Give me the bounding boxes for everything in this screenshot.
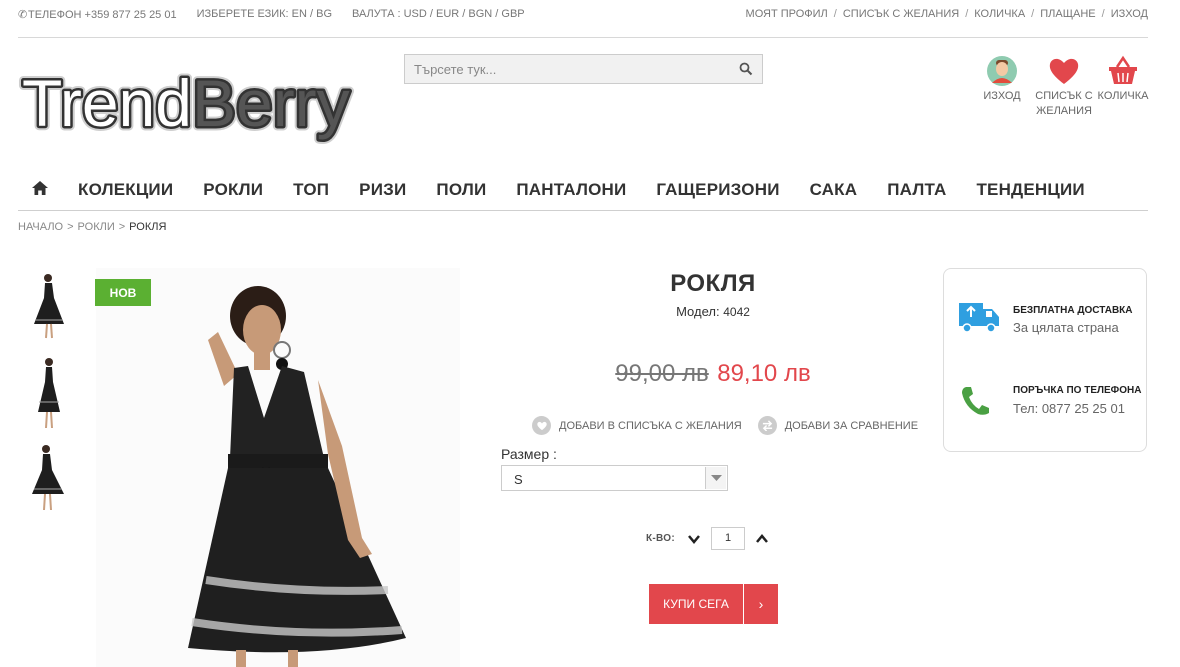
- product-actions: ДОБАВИ В СПИСЪКА С ЖЕЛАНИЯ ДОБАВИ ЗА СРА…: [532, 416, 918, 435]
- home-nav-link[interactable]: [32, 180, 48, 200]
- phone-icon: [962, 387, 989, 415]
- search-box: [404, 54, 763, 84]
- header-icons: ИЗХОД СПИСЪК С ЖЕЛАНИЯ КОЛИЧКА: [980, 55, 1150, 125]
- my-profile-link[interactable]: МОЯТ ПРОФИЛ: [746, 8, 828, 20]
- chevron-right-icon: ›: [743, 584, 778, 624]
- free-delivery-row: БЕЗПЛАТНА ДОСТАВКА За цялата страна: [944, 291, 1146, 351]
- breadcrumb-current: РОКЛЯ: [129, 221, 167, 233]
- size-label: Размер :: [501, 446, 557, 462]
- breadcrumb: НАЧАЛО > РОКЛИ > РОКЛЯ: [18, 221, 167, 233]
- site-logo[interactable]: TrendBerry TrendBerry TrendBerry: [18, 62, 368, 154]
- nav-item-skirts[interactable]: ПОЛИ: [436, 180, 486, 200]
- buy-now-label: КУПИ СЕГА: [649, 584, 743, 624]
- delivery-truck-icon: [959, 303, 999, 333]
- chevron-down-icon[interactable]: [705, 467, 726, 489]
- dress-thumbnail-image: [38, 358, 60, 429]
- phone-order-row: ПОРЪЧКА ПО ТЕЛЕФОНА Тел: 0877 25 25 01: [944, 371, 1146, 431]
- cart-button[interactable]: КОЛИЧКА: [1096, 55, 1150, 104]
- product-title: РОКЛЯ: [670, 270, 756, 297]
- logo-graphic: TrendBerry TrendBerry TrendBerry: [18, 62, 355, 145]
- breadcrumb-home[interactable]: НАЧАЛО: [18, 221, 63, 233]
- search-icon[interactable]: [739, 62, 753, 76]
- main-navigation: КОЛЕКЦИИ РОКЛИ ТОП РИЗИ ПОЛИ ПАНТАЛОНИ Г…: [18, 176, 1148, 211]
- thumbnail-1[interactable]: [20, 268, 78, 350]
- phone-icon: ✆: [18, 9, 28, 21]
- nav-item-jackets[interactable]: САКА: [810, 180, 858, 200]
- top-bar: ✆ТЕЛЕФОН +359 877 25 25 01 ИЗБЕРЕТЕ ЕЗИК…: [18, 8, 1148, 21]
- divider: [18, 37, 1148, 38]
- heart-icon: [1049, 58, 1079, 84]
- thumbnail-2[interactable]: [20, 354, 78, 436]
- quantity-stepper: К-ВО: 1: [646, 527, 769, 550]
- nav-item-coats[interactable]: ПАЛТА: [887, 180, 946, 200]
- nav-item-pants[interactable]: ПАНТАЛОНИ: [516, 180, 626, 200]
- nav-item-collections[interactable]: КОЛЕКЦИИ: [78, 180, 173, 200]
- quantity-label: К-ВО:: [646, 533, 676, 544]
- user-avatar-icon: [987, 56, 1017, 86]
- chevron-up-icon[interactable]: [755, 532, 769, 546]
- size-select[interactable]: S: [501, 465, 728, 491]
- basket-icon: [1109, 55, 1137, 84]
- nav-item-dresses[interactable]: РОКЛИ: [203, 180, 263, 200]
- quantity-input[interactable]: 1: [711, 527, 746, 550]
- dress-thumbnail-image: [32, 445, 64, 511]
- cart-link[interactable]: КОЛИЧКА: [974, 8, 1025, 20]
- wishlist-link[interactable]: СПИСЪК С ЖЕЛАНИЯ: [843, 8, 959, 20]
- buy-now-button[interactable]: КУПИ СЕГА ›: [649, 584, 778, 624]
- currency-selector[interactable]: ВАЛУТА : USD / EUR / BGN / GBP: [352, 8, 525, 21]
- breadcrumb-dresses[interactable]: РОКЛИ: [78, 221, 115, 233]
- dress-photo: [96, 268, 460, 667]
- logout-button[interactable]: ИЗХОД: [980, 55, 1024, 104]
- nav-item-tops[interactable]: ТОП: [293, 180, 329, 200]
- home-icon: [32, 181, 48, 195]
- svg-text:TrendBerry: TrendBerry: [22, 66, 350, 140]
- price-block: 99,00 лв 89,10 лв: [560, 360, 866, 388]
- dress-thumbnail-image: [34, 274, 64, 339]
- product-thumbnails: [20, 268, 80, 526]
- thumbnail-3[interactable]: [20, 440, 78, 522]
- nav-item-trends[interactable]: ТЕНДЕНЦИИ: [976, 180, 1084, 200]
- search-input[interactable]: [405, 55, 725, 83]
- heart-icon: [532, 416, 551, 435]
- shipping-info-box: БЕЗПЛАТНА ДОСТАВКА За цялата страна ПОРЪ…: [943, 268, 1147, 452]
- add-to-compare-button[interactable]: ДОБАВИ ЗА СРАВНЕНИЕ: [757, 416, 918, 435]
- new-price: 89,10 лв: [717, 360, 811, 387]
- phone-info: ✆ТЕЛЕФОН +359 877 25 25 01: [18, 9, 177, 21]
- add-to-wishlist-button[interactable]: ДОБАВИ В СПИСЪКА С ЖЕЛАНИЯ: [532, 416, 742, 435]
- nav-item-shirts[interactable]: РИЗИ: [359, 180, 406, 200]
- product-main-image[interactable]: [96, 268, 460, 667]
- new-badge: НОВ: [95, 279, 151, 306]
- nav-item-jumpsuits[interactable]: ГАЩЕРИЗОНИ: [656, 180, 779, 200]
- wishlist-button[interactable]: СПИСЪК С ЖЕЛАНИЯ: [1034, 55, 1094, 119]
- compare-arrows-icon: [757, 416, 777, 435]
- product-model: Модел: 4042: [676, 304, 750, 319]
- old-price: 99,00 лв: [615, 360, 709, 387]
- logout-link[interactable]: ИЗХОД: [1111, 8, 1148, 20]
- chevron-down-icon[interactable]: [687, 532, 701, 546]
- language-selector[interactable]: ИЗБЕРЕТЕ ЕЗИК: EN / BG: [197, 8, 332, 21]
- checkout-link[interactable]: ПЛАЩАНЕ: [1040, 8, 1095, 20]
